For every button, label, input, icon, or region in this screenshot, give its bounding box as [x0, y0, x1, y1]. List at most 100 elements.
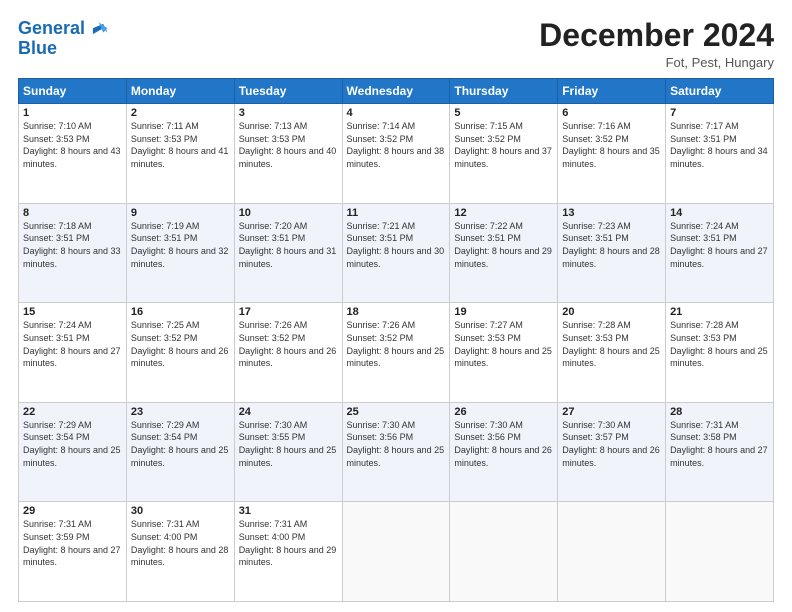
calendar-cell: 12 Sunrise: 7:22 AMSunset: 3:51 PMDayligh… [450, 203, 558, 303]
day-number: 5 [454, 107, 553, 119]
day-info: Sunrise: 7:26 AMSunset: 3:52 PMDaylight:… [347, 320, 445, 368]
calendar-cell: 29Sunrise: 7:31 AMSunset: 3:59 PMDayligh… [19, 502, 127, 602]
day-number: 27 [562, 406, 661, 418]
col-header-wednesday: Wednesday [342, 79, 450, 104]
day-number: 22 [23, 406, 122, 418]
day-info: Sunrise: 7:21 AMSunset: 3:51 PMDaylight:… [347, 221, 445, 269]
day-number: 9 [131, 207, 230, 219]
day-number: 20 [562, 306, 661, 318]
day-number: 23 [131, 406, 230, 418]
calendar-cell: 6Sunrise: 7:16 AMSunset: 3:52 PMDaylight… [558, 104, 666, 204]
day-info: Sunrise: 7:25 AMSunset: 3:52 PMDaylight:… [131, 320, 229, 368]
calendar-cell: 20 Sunrise: 7:28 AMSunset: 3:53 PMDayligh… [558, 303, 666, 403]
calendar-page: General Blue December 2024 Fot, Pest, Hu… [0, 0, 792, 612]
day-info: Sunrise: 7:28 AMSunset: 3:53 PMDaylight:… [670, 320, 768, 368]
calendar-cell: 9 Sunrise: 7:19 AMSunset: 3:51 PMDaylight… [126, 203, 234, 303]
calendar-cell: 18 Sunrise: 7:26 AMSunset: 3:52 PMDayligh… [342, 303, 450, 403]
col-header-sunday: Sunday [19, 79, 127, 104]
day-number: 26 [454, 406, 553, 418]
calendar-cell: 4Sunrise: 7:14 AMSunset: 3:52 PMDaylight… [342, 104, 450, 204]
day-info: Sunrise: 7:18 AMSunset: 3:51 PMDaylight:… [23, 221, 121, 269]
calendar-cell: 24Sunrise: 7:30 AMSunset: 3:55 PMDayligh… [234, 402, 342, 502]
day-number: 10 [239, 207, 338, 219]
day-number: 17 [239, 306, 338, 318]
day-info: Sunrise: 7:24 AMSunset: 3:51 PMDaylight:… [23, 320, 121, 368]
col-header-saturday: Saturday [666, 79, 774, 104]
day-info: Sunrise: 7:20 AMSunset: 3:51 PMDaylight:… [239, 221, 337, 269]
day-number: 25 [347, 406, 446, 418]
calendar-cell: 8 Sunrise: 7:18 AMSunset: 3:51 PMDaylight… [19, 203, 127, 303]
day-info: Sunrise: 7:23 AMSunset: 3:51 PMDaylight:… [562, 221, 660, 269]
day-info: Sunrise: 7:17 AMSunset: 3:51 PMDaylight:… [670, 121, 768, 169]
day-number: 1 [23, 107, 122, 119]
logo-blue: Blue [18, 38, 109, 59]
calendar-cell: 11 Sunrise: 7:21 AMSunset: 3:51 PMDayligh… [342, 203, 450, 303]
calendar-cell: 13Sunrise: 7:23 AMSunset: 3:51 PMDayligh… [558, 203, 666, 303]
day-number: 15 [23, 306, 122, 318]
day-info: Sunrise: 7:27 AMSunset: 3:53 PMDaylight:… [454, 320, 552, 368]
day-info: Sunrise: 7:29 AMSunset: 3:54 PMDaylight:… [131, 420, 229, 468]
day-info: Sunrise: 7:19 AMSunset: 3:51 PMDaylight:… [131, 221, 229, 269]
calendar-cell: 10 Sunrise: 7:20 AMSunset: 3:51 PMDayligh… [234, 203, 342, 303]
calendar-table: SundayMondayTuesdayWednesdayThursdayFrid… [18, 78, 774, 602]
day-info: Sunrise: 7:31 AMSunset: 4:00 PMDaylight:… [239, 519, 337, 567]
day-number: 2 [131, 107, 230, 119]
day-number: 8 [23, 207, 122, 219]
calendar-cell: 26 Sunrise: 7:30 AMSunset: 3:56 PMDayligh… [450, 402, 558, 502]
col-header-friday: Friday [558, 79, 666, 104]
logo-icon [87, 18, 109, 40]
calendar-cell: 28Sunrise: 7:31 AMSunset: 3:58 PMDayligh… [666, 402, 774, 502]
day-number: 6 [562, 107, 661, 119]
day-info: Sunrise: 7:15 AMSunset: 3:52 PMDaylight:… [454, 121, 552, 169]
col-header-tuesday: Tuesday [234, 79, 342, 104]
calendar-cell: 14Sunrise: 7:24 AMSunset: 3:51 PMDayligh… [666, 203, 774, 303]
day-number: 21 [670, 306, 769, 318]
calendar-cell [558, 502, 666, 602]
day-number: 14 [670, 207, 769, 219]
day-number: 29 [23, 505, 122, 517]
day-info: Sunrise: 7:28 AMSunset: 3:53 PMDaylight:… [562, 320, 660, 368]
day-number: 28 [670, 406, 769, 418]
day-info: Sunrise: 7:29 AMSunset: 3:54 PMDaylight:… [23, 420, 121, 468]
day-number: 11 [347, 207, 446, 219]
header: General Blue December 2024 Fot, Pest, Hu… [18, 18, 774, 70]
calendar-cell: 30 Sunrise: 7:31 AMSunset: 4:00 PMDayligh… [126, 502, 234, 602]
day-info: Sunrise: 7:10 AMSunset: 3:53 PMDaylight:… [23, 121, 121, 169]
calendar-cell: 21 Sunrise: 7:28 AMSunset: 3:53 PMDayligh… [666, 303, 774, 403]
day-number: 12 [454, 207, 553, 219]
day-number: 30 [131, 505, 230, 517]
day-number: 16 [131, 306, 230, 318]
day-number: 3 [239, 107, 338, 119]
day-info: Sunrise: 7:14 AMSunset: 3:52 PMDaylight:… [347, 121, 445, 169]
calendar-cell: 19Sunrise: 7:27 AMSunset: 3:53 PMDayligh… [450, 303, 558, 403]
day-info: Sunrise: 7:30 AMSunset: 3:57 PMDaylight:… [562, 420, 660, 468]
col-header-monday: Monday [126, 79, 234, 104]
day-info: Sunrise: 7:30 AMSunset: 3:56 PMDaylight:… [347, 420, 445, 468]
day-number: 18 [347, 306, 446, 318]
day-number: 7 [670, 107, 769, 119]
calendar-cell: 27 Sunrise: 7:30 AMSunset: 3:57 PMDayligh… [558, 402, 666, 502]
day-info: Sunrise: 7:26 AMSunset: 3:52 PMDaylight:… [239, 320, 337, 368]
calendar-cell [666, 502, 774, 602]
day-info: Sunrise: 7:30 AMSunset: 3:56 PMDaylight:… [454, 420, 552, 468]
col-header-thursday: Thursday [450, 79, 558, 104]
day-number: 31 [239, 505, 338, 517]
month-title: December 2024 [539, 18, 774, 53]
calendar-cell: 2Sunrise: 7:11 AMSunset: 3:53 PMDaylight… [126, 104, 234, 204]
calendar-cell: 22 Sunrise: 7:29 AMSunset: 3:54 PMDayligh… [19, 402, 127, 502]
day-info: Sunrise: 7:31 AMSunset: 4:00 PMDaylight:… [131, 519, 229, 567]
calendar-cell [450, 502, 558, 602]
calendar-cell: 1 Sunrise: 7:10 AMSunset: 3:53 PMDaylight… [19, 104, 127, 204]
calendar-cell: 5 Sunrise: 7:15 AMSunset: 3:52 PMDaylight… [450, 104, 558, 204]
calendar-cell: 16 Sunrise: 7:25 AMSunset: 3:52 PMDayligh… [126, 303, 234, 403]
logo-text: General [18, 18, 85, 40]
calendar-cell: 17 Sunrise: 7:26 AMSunset: 3:52 PMDayligh… [234, 303, 342, 403]
day-info: Sunrise: 7:13 AMSunset: 3:53 PMDaylight:… [239, 121, 337, 169]
day-number: 24 [239, 406, 338, 418]
day-info: Sunrise: 7:22 AMSunset: 3:51 PMDaylight:… [454, 221, 552, 269]
logo: General Blue [18, 18, 109, 59]
calendar-cell: 3 Sunrise: 7:13 AMSunset: 3:53 PMDaylight… [234, 104, 342, 204]
calendar-cell [342, 502, 450, 602]
title-block: December 2024 Fot, Pest, Hungary [539, 18, 774, 70]
calendar-cell: 25 Sunrise: 7:30 AMSunset: 3:56 PMDayligh… [342, 402, 450, 502]
